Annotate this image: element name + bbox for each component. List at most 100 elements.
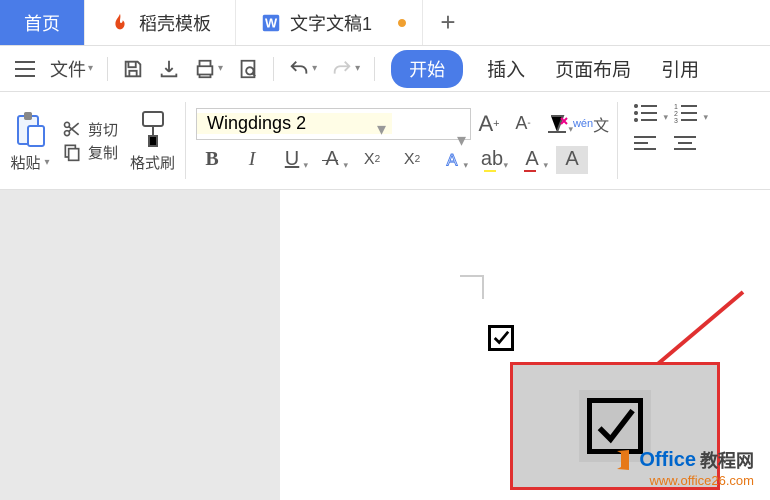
paragraph-group: ▾ 123 ▾ — [622, 98, 702, 183]
phonetic-guide-button[interactable]: wén文 — [575, 110, 607, 138]
redo-button[interactable]: ▾ — [325, 54, 366, 84]
font-group: Wingdings 2 ▾ ▾ A+ A- ▾ wén文 B I U▾ A▾ X… — [190, 98, 613, 183]
add-tab-button[interactable]: + — [423, 0, 473, 45]
hamburger-menu-button[interactable] — [8, 56, 42, 82]
subscript-button[interactable]: X2 — [396, 146, 428, 174]
print-button[interactable]: ▾ — [188, 54, 229, 84]
svg-text:1: 1 — [674, 104, 678, 111]
ribbon-tab-insert[interactable]: 插入 — [473, 49, 539, 88]
save-button[interactable] — [116, 54, 150, 84]
menubar: 文件 ▾ ▾ ▾ ▾ 开始 插入 页面布局 引用 — [0, 46, 770, 92]
svg-text:W: W — [265, 15, 278, 30]
shading-button[interactable]: A — [556, 146, 588, 174]
watermark-url: www.office26.com — [611, 473, 754, 488]
tab-document[interactable]: W 文字文稿1 — [236, 0, 423, 45]
file-menu-label: 文件 — [50, 56, 86, 82]
strikethrough-button[interactable]: A▾ — [316, 146, 348, 174]
separator — [374, 57, 375, 81]
unsaved-indicator-icon — [398, 19, 406, 27]
watermark-brand-en: Office — [639, 449, 696, 472]
separator — [107, 57, 108, 81]
paste-label: 粘贴 — [10, 152, 40, 173]
separator — [273, 57, 274, 81]
formatpainter-icon[interactable] — [135, 108, 171, 150]
flame-icon — [109, 12, 131, 34]
print-preview-button[interactable] — [231, 54, 265, 84]
watermark-brand-cn: 教程网 — [700, 447, 754, 473]
bold-button[interactable]: B — [196, 146, 228, 174]
document-page[interactable]: Office教程网 www.office26.com — [280, 190, 770, 500]
formatpainter-button[interactable]: 格式刷 — [130, 152, 175, 173]
ribbon-tab-reference[interactable]: 引用 — [647, 49, 713, 88]
tab-home-label: 首页 — [24, 10, 60, 36]
chevron-down-icon: ▾ — [704, 112, 709, 123]
ribbon-tab-reference-label: 引用 — [661, 60, 699, 81]
separator — [185, 102, 186, 179]
tab-shell-label: 稻壳模板 — [139, 10, 211, 36]
ribbon: 粘贴 ▾ 剪切 复制 格式刷 Wingdings 2 — [0, 92, 770, 190]
chevron-down-icon: ▾ — [88, 63, 93, 74]
paste-icon[interactable] — [10, 108, 50, 150]
watermark: Office教程网 www.office26.com — [611, 447, 754, 488]
navigation-sidebar — [0, 190, 280, 500]
chevron-down-icon: ▾ — [218, 63, 223, 74]
ribbon-tab-pagelayout-label: 页面布局 — [555, 60, 631, 81]
chevron-down-icon: ▾ — [504, 160, 509, 171]
superscript-button[interactable]: X2 — [356, 146, 388, 174]
chevron-down-icon: ▾ — [377, 119, 386, 140]
app-tabs: 首页 稻壳模板 W 文字文稿1 + — [0, 0, 770, 46]
tab-shell-templates[interactable]: 稻壳模板 — [85, 0, 236, 45]
ribbon-tab-insert-label: 插入 — [487, 60, 525, 81]
word-doc-icon: W — [260, 12, 282, 34]
formatpainter-label: 格式刷 — [130, 152, 175, 173]
undo-button[interactable]: ▾ — [282, 54, 323, 84]
underline-button[interactable]: U▾ — [276, 146, 308, 174]
separator — [617, 102, 618, 179]
svg-text:2: 2 — [674, 111, 678, 118]
highlight-button[interactable]: ab▾ — [476, 146, 508, 174]
paste-group: 粘贴 ▾ — [4, 98, 56, 183]
clear-format-button[interactable]: ▾ — [541, 110, 573, 138]
ribbon-tab-start-label: 开始 — [409, 60, 445, 80]
file-menu[interactable]: 文件 ▾ — [44, 52, 99, 86]
chevron-down-icon: ▾ — [544, 160, 549, 171]
copy-button[interactable]: 复制 — [62, 142, 118, 163]
chevron-down-icon: ▾ — [312, 63, 317, 74]
chevron-down-icon: ▾ — [664, 112, 669, 123]
font-color-button[interactable]: A▾ — [516, 146, 548, 174]
page-margin-marker-icon — [460, 275, 484, 299]
copy-label: 复制 — [88, 142, 118, 163]
numbered-list-button[interactable]: 123 ▾ — [672, 102, 702, 126]
tab-home[interactable]: 首页 — [0, 0, 85, 45]
ribbon-tab-start[interactable]: 开始 — [391, 50, 463, 88]
formatpainter-group: 格式刷 — [124, 98, 181, 183]
align-left-button[interactable] — [632, 134, 662, 158]
chevron-down-icon: ▾ — [355, 63, 360, 74]
font-name-value: Wingdings 2 — [207, 113, 306, 133]
decrease-font-button[interactable]: A- — [507, 110, 539, 138]
chevron-down-icon: ▾ — [464, 160, 469, 171]
tab-doc-label: 文字文稿1 — [290, 10, 372, 36]
canvas-area: Office教程网 www.office26.com — [0, 190, 770, 500]
bullet-list-button[interactable]: ▾ — [632, 102, 662, 126]
chevron-down-icon: ▾ — [304, 160, 309, 171]
chevron-down-icon: ▾ — [344, 160, 349, 171]
cut-label: 剪切 — [88, 119, 118, 140]
font-selector: Wingdings 2 ▾ ▾ — [196, 108, 471, 140]
copy-icon — [62, 142, 82, 162]
scissors-icon — [62, 119, 82, 139]
ribbon-tab-pagelayout[interactable]: 页面布局 — [541, 49, 645, 88]
increase-font-button[interactable]: A+ — [473, 110, 505, 138]
italic-button[interactable]: I — [236, 146, 268, 174]
chevron-down-icon: ▾ — [44, 157, 49, 168]
checkbox-symbol — [488, 325, 514, 351]
font-name-combobox[interactable]: Wingdings 2 ▾ — [197, 113, 392, 134]
paste-button[interactable]: 粘贴 ▾ — [10, 152, 49, 173]
text-effects-button[interactable]: A ▾ — [436, 146, 468, 174]
svg-text:3: 3 — [674, 118, 678, 124]
export-button[interactable] — [152, 54, 186, 84]
office-logo-icon — [611, 448, 635, 472]
cut-button[interactable]: 剪切 — [62, 119, 118, 140]
align-center-button[interactable] — [672, 134, 702, 158]
svg-text:A: A — [447, 151, 458, 169]
